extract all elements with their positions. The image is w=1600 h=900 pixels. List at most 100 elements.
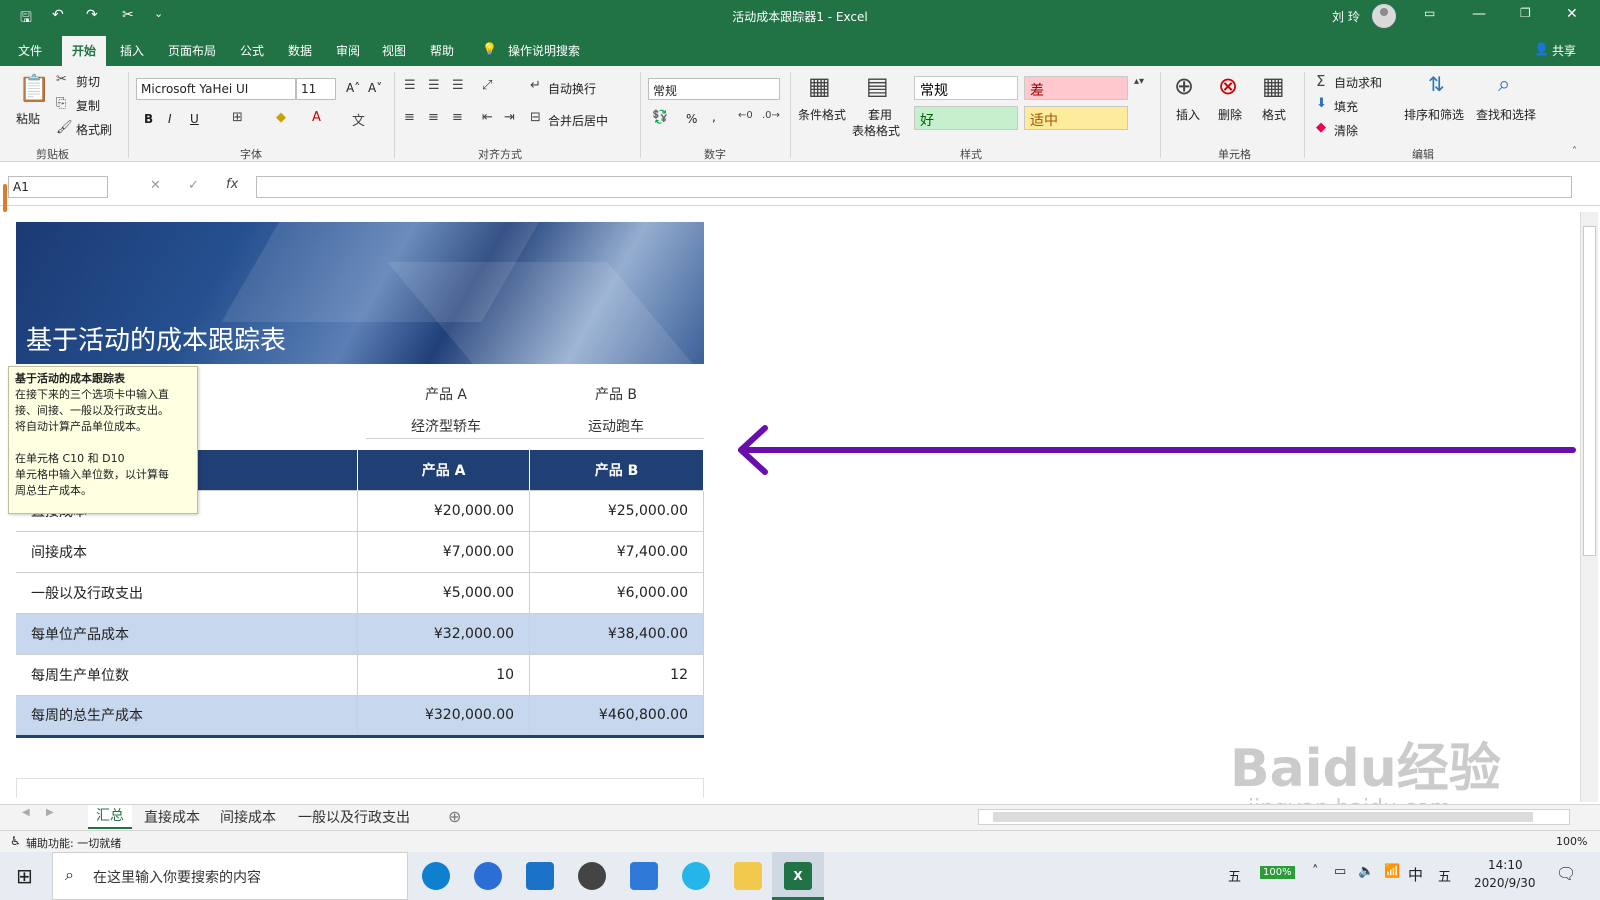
edge-icon[interactable] — [422, 862, 450, 890]
tab-home[interactable]: 开始 — [62, 36, 107, 66]
tab-insert[interactable]: 插入 — [120, 42, 144, 59]
cell-product-b[interactable]: ¥6,000.00 — [529, 571, 704, 613]
ime-mode-indicator[interactable]: 五 — [1228, 866, 1241, 885]
worksheet[interactable]: 基于活动的成本跟踪表 产品 A 产品 B 经济型轿车 运动跑车 产品 A 产品 … — [0, 184, 1600, 821]
merge-center-button[interactable]: 合并后居中 — [548, 112, 608, 129]
clock-time[interactable]: 14:10 — [1488, 858, 1523, 872]
orientation-icon[interactable]: ⤢ — [482, 78, 492, 93]
row-label[interactable]: 间接成本 — [16, 530, 359, 572]
find-select-button[interactable]: 查找和选择 — [1476, 106, 1536, 123]
cell-product-a[interactable]: ¥32,000.00 — [357, 612, 531, 654]
cell-product-b[interactable]: ¥38,400.00 — [529, 612, 704, 654]
scrollbar-thumb[interactable] — [993, 812, 1533, 822]
merge-icon[interactable]: ⊟ — [530, 110, 541, 125]
clock-date[interactable]: 2020/9/30 — [1474, 876, 1536, 890]
input-language[interactable]: 中 — [1408, 864, 1423, 885]
decrease-decimal-icon[interactable]: .0→ — [762, 110, 780, 121]
phonetic-icon[interactable]: 文 — [352, 110, 365, 129]
zoom-level[interactable]: 100% — [1556, 835, 1587, 848]
scroll-tabs-left-icon[interactable]: ◀ — [22, 807, 30, 818]
format-as-table-line1[interactable]: 套用 — [868, 106, 892, 123]
collapse-ribbon-icon[interactable]: ˄ — [1572, 146, 1577, 157]
cancel-icon[interactable]: ✕ — [150, 178, 161, 193]
excel-taskbar-button[interactable]: X — [772, 852, 824, 900]
increase-font-icon[interactable]: A˄ — [346, 81, 360, 95]
notification-icon[interactable]: 🗨 — [1556, 864, 1576, 883]
bold-button[interactable]: B — [144, 112, 153, 126]
paste-icon[interactable]: 📋 — [18, 74, 50, 104]
mail-icon[interactable] — [526, 862, 554, 890]
cell-product-b[interactable]: ¥460,800.00 — [529, 694, 704, 738]
insert-cells-icon[interactable]: ⊕ — [1174, 72, 1194, 100]
close-icon[interactable]: ✕ — [1566, 6, 1578, 22]
increase-decimal-icon[interactable]: ←0 — [738, 110, 753, 121]
cell-product-a[interactable]: ¥320,000.00 — [357, 694, 531, 738]
user-name[interactable]: 刘 玲 — [1332, 8, 1360, 25]
format-cells-button[interactable]: 格式 — [1262, 106, 1286, 123]
battery-icon[interactable]: ▭ — [1334, 864, 1346, 879]
conditional-format-icon[interactable]: ▦ — [808, 72, 831, 100]
formula-input[interactable] — [256, 176, 1572, 198]
table-header-cell[interactable]: 产品 A — [357, 450, 531, 490]
delete-cells-button[interactable]: 删除 — [1218, 106, 1242, 123]
tell-me-search[interactable]: 操作说明搜索 — [508, 42, 580, 59]
insert-function-icon[interactable]: fx — [226, 177, 238, 192]
delete-cells-icon[interactable]: ⊗ — [1218, 72, 1238, 100]
cell-product-a[interactable]: ¥7,000.00 — [357, 530, 531, 572]
row-label[interactable]: 每周的总生产成本 — [16, 694, 359, 738]
photos-icon[interactable] — [630, 862, 658, 890]
copy-button[interactable]: 复制 — [76, 97, 100, 114]
align-bottom-icon[interactable]: ☰ — [452, 78, 464, 93]
wrap-text-button[interactable]: 自动换行 — [548, 80, 596, 97]
copy-icon[interactable]: ⎘ — [56, 96, 66, 111]
style-bad[interactable]: 差 — [1024, 76, 1128, 100]
selection-handle[interactable] — [3, 184, 7, 212]
align-right-icon[interactable]: ≡ — [452, 110, 463, 125]
cell-product-b[interactable]: ¥7,400.00 — [529, 530, 704, 572]
row-label[interactable]: 每周生产单位数 — [16, 653, 359, 695]
sort-filter-icon[interactable]: ⇅ — [1428, 72, 1445, 96]
ribbon-display-icon[interactable]: ▭ — [1424, 6, 1435, 20]
scroll-tabs-right-icon[interactable]: ▶ — [46, 807, 54, 818]
battery-indicator[interactable]: 100% — [1260, 866, 1295, 879]
increase-indent-icon[interactable]: ⇥ — [504, 110, 515, 125]
italic-button[interactable]: I — [168, 112, 172, 126]
fill-button[interactable]: 填充 — [1334, 98, 1358, 115]
format-painter-button[interactable]: 格式刷 — [76, 121, 112, 138]
paste-button[interactable]: 粘贴 — [16, 110, 40, 127]
row-label[interactable]: 一般以及行政支出 — [16, 571, 359, 613]
comma-button[interactable]: , — [712, 110, 716, 124]
cell-product-b[interactable]: ¥25,000.00 — [529, 489, 704, 531]
border-icon[interactable]: ⊞ — [232, 110, 243, 125]
add-sheet-icon[interactable]: ⊕ — [448, 807, 461, 826]
cell-product-b[interactable]: 12 — [529, 653, 704, 695]
style-neutral[interactable]: 适中 — [1024, 106, 1128, 130]
align-left-icon[interactable]: ≡ — [404, 110, 415, 125]
app-l-icon[interactable] — [474, 862, 502, 890]
fill-icon[interactable]: ⬇ — [1316, 96, 1327, 111]
vertical-scrollbar[interactable] — [1580, 212, 1598, 802]
clear-icon[interactable]: ◆ — [1316, 120, 1326, 135]
avatar[interactable] — [1372, 4, 1396, 28]
file-explorer-icon[interactable] — [734, 862, 762, 890]
tab-file[interactable]: 文件 — [18, 42, 42, 59]
conditional-format-button[interactable]: 条件格式 — [798, 106, 846, 123]
align-top-icon[interactable]: ☰ — [404, 78, 416, 93]
tab-review[interactable]: 审阅 — [336, 42, 360, 59]
tab-formulas[interactable]: 公式 — [240, 42, 264, 59]
align-middle-icon[interactable]: ☰ — [428, 78, 440, 93]
format-cells-icon[interactable]: ▦ — [1262, 72, 1285, 100]
sort-filter-button[interactable]: 排序和筛选 — [1404, 106, 1464, 123]
autosum-icon[interactable]: Σ — [1316, 72, 1325, 90]
number-format-select[interactable]: 常规 — [648, 78, 780, 100]
volume-icon[interactable]: 🔈 — [1358, 864, 1374, 879]
decrease-font-icon[interactable]: A˅ — [368, 81, 382, 95]
sheet-tab-summary[interactable]: 汇总 — [88, 805, 132, 829]
fill-color-icon[interactable]: ◆ — [276, 110, 286, 125]
accounting-format-icon[interactable]: 💱 — [652, 110, 668, 125]
ime-indicator[interactable]: 五 — [1438, 866, 1451, 885]
cell-product-a[interactable]: ¥5,000.00 — [357, 571, 531, 613]
style-good[interactable]: 好 — [914, 106, 1018, 130]
status-text[interactable]: 辅助功能: 一切就绪 — [26, 835, 121, 851]
underline-button[interactable]: U — [190, 112, 199, 126]
